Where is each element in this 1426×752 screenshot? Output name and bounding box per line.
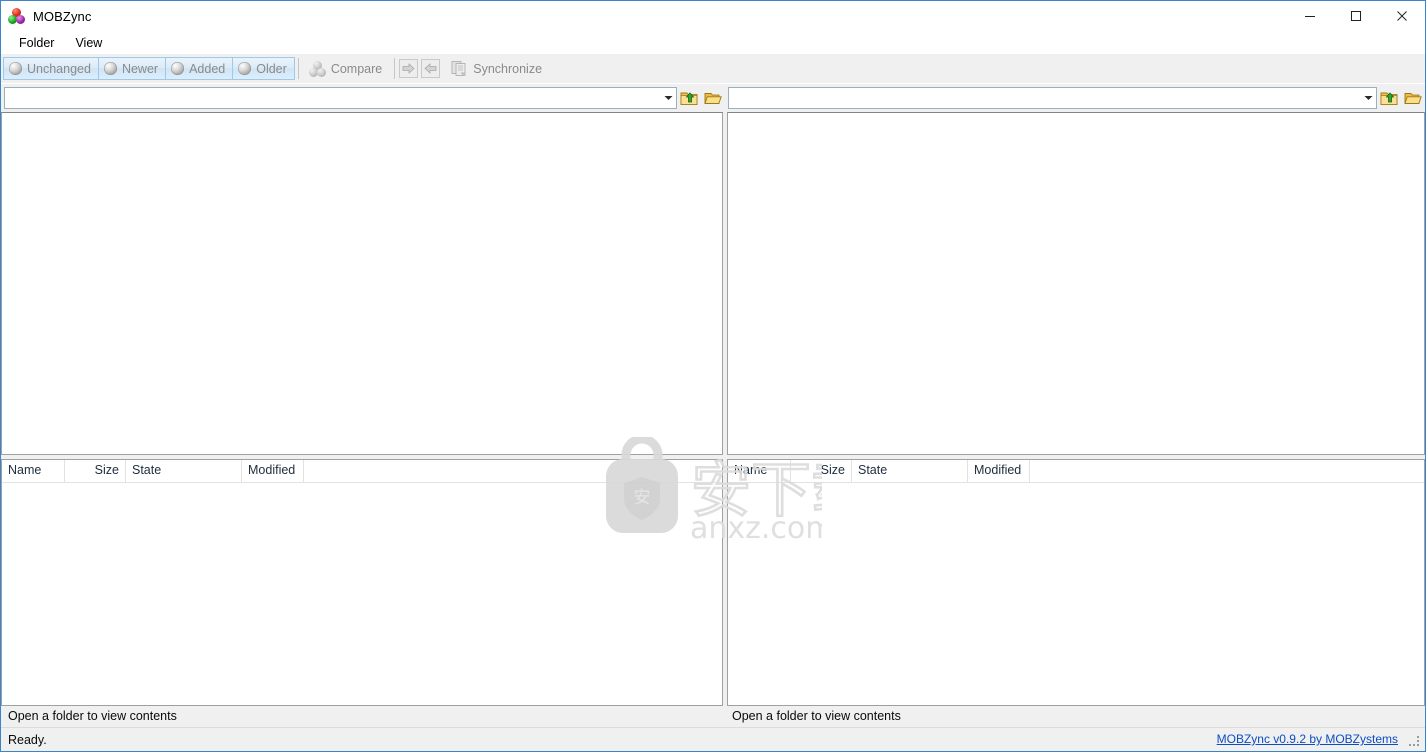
gray-sphere-icon — [171, 62, 185, 75]
column-header-modified[interactable]: Modified — [968, 460, 1030, 482]
maximize-button[interactable] — [1333, 1, 1379, 31]
caption-buttons — [1287, 1, 1425, 31]
synchronize-icon — [451, 60, 468, 77]
right-path-pane — [725, 84, 1425, 112]
app-window: MOBZync Folder View Unchanged Newer Adde… — [0, 0, 1426, 752]
column-header-filler — [1030, 460, 1424, 482]
right-path-combo[interactable] — [728, 87, 1377, 109]
tree-panes — [1, 112, 1425, 455]
left-path-combo[interactable] — [4, 87, 677, 109]
filter-toggle-unchanged-label: Unchanged — [27, 61, 91, 76]
copy-left-button[interactable] — [421, 59, 441, 78]
menu-item-view[interactable]: View — [66, 33, 112, 53]
about-link[interactable]: MOBZync v0.9.2 by MOBZystems — [1217, 731, 1398, 747]
left-file-list-body[interactable] — [2, 483, 722, 705]
folder-open-icon — [704, 93, 722, 104]
gray-sphere-icon — [9, 62, 22, 75]
copy-right-button[interactable] — [399, 59, 419, 78]
maximize-icon — [1351, 11, 1361, 21]
arrow-right-icon — [402, 63, 415, 74]
file-list-panes: Name Size State Modified Name Size State… — [1, 459, 1425, 706]
column-header-state[interactable]: State — [852, 460, 968, 482]
right-file-list-header: Name Size State Modified — [728, 460, 1424, 483]
arrow-left-icon — [424, 63, 437, 74]
close-icon — [1397, 11, 1407, 21]
right-browse-folder-button[interactable] — [1401, 86, 1425, 110]
close-button[interactable] — [1379, 1, 1425, 31]
column-header-name[interactable]: Name — [728, 460, 791, 482]
left-path-pane — [1, 84, 725, 112]
column-header-size[interactable]: Size — [65, 460, 126, 482]
filter-toggle-newer-label: Newer — [121, 61, 159, 76]
pane-status-row: Open a folder to view contents Open a fo… — [1, 706, 1425, 727]
window-title: MOBZync — [33, 8, 92, 24]
filter-toggle-added-label: Added — [189, 61, 226, 76]
menu-item-folder[interactable]: Folder — [10, 33, 64, 53]
left-path-input[interactable] — [5, 88, 660, 108]
gray-sphere-icon — [103, 62, 117, 75]
compare-button[interactable]: Compare — [303, 57, 390, 80]
compare-balls-icon — [308, 60, 326, 77]
main-content: Name Size State Modified Name Size State… — [1, 112, 1425, 706]
left-pane-status: Open a folder to view contents — [8, 709, 177, 723]
column-header-size[interactable]: Size — [791, 460, 852, 482]
title-bar: MOBZync — [1, 1, 1425, 31]
toolbar: Unchanged Newer Added Older Compare Sync… — [1, 54, 1425, 84]
mobzync-logo-icon — [8, 7, 26, 25]
right-folder-up-button[interactable] — [1377, 86, 1401, 110]
resize-grip-icon[interactable] — [1409, 736, 1421, 748]
right-file-list-body[interactable] — [728, 483, 1424, 705]
column-header-name[interactable]: Name — [2, 460, 65, 482]
minimize-icon — [1305, 16, 1315, 17]
minimize-button[interactable] — [1287, 1, 1333, 31]
right-pane-status: Open a folder to view contents — [732, 709, 901, 723]
chevron-down-icon[interactable] — [660, 88, 676, 108]
path-bar — [1, 84, 1425, 112]
synchronize-button[interactable]: Synchronize — [443, 57, 550, 80]
filter-toggle-older-label: Older — [256, 61, 287, 76]
filter-toggle-older[interactable]: Older — [232, 57, 295, 80]
left-file-list[interactable]: Name Size State Modified — [1, 459, 723, 706]
folder-open-icon — [1404, 93, 1422, 104]
menu-bar: Folder View — [1, 31, 1425, 54]
right-folder-tree[interactable] — [727, 112, 1425, 455]
toolbar-separator — [297, 58, 299, 79]
compare-button-label: Compare — [330, 61, 383, 76]
left-folder-tree[interactable] — [1, 112, 723, 455]
right-file-list[interactable]: Name Size State Modified — [727, 459, 1425, 706]
column-header-filler — [304, 460, 722, 482]
folder-up-icon — [1380, 92, 1398, 105]
left-folder-up-button[interactable] — [677, 86, 701, 110]
filter-toggle-added[interactable]: Added — [165, 57, 234, 80]
status-bar: Ready. MOBZync v0.9.2 by MOBZystems — [1, 727, 1425, 751]
filter-toggle-unchanged[interactable]: Unchanged — [3, 57, 99, 80]
folder-up-icon — [680, 92, 698, 105]
left-file-list-header: Name Size State Modified — [2, 460, 722, 483]
filter-toggle-newer[interactable]: Newer — [97, 57, 167, 80]
left-browse-folder-button[interactable] — [701, 86, 725, 110]
synchronize-button-label: Synchronize — [473, 61, 543, 76]
chevron-down-icon[interactable] — [1360, 88, 1376, 108]
status-message: Ready. — [8, 732, 47, 747]
gray-sphere-icon — [238, 62, 252, 75]
right-path-input[interactable] — [729, 88, 1360, 108]
column-header-state[interactable]: State — [126, 460, 242, 482]
toolbar-separator — [394, 58, 396, 79]
column-header-modified[interactable]: Modified — [242, 460, 304, 482]
